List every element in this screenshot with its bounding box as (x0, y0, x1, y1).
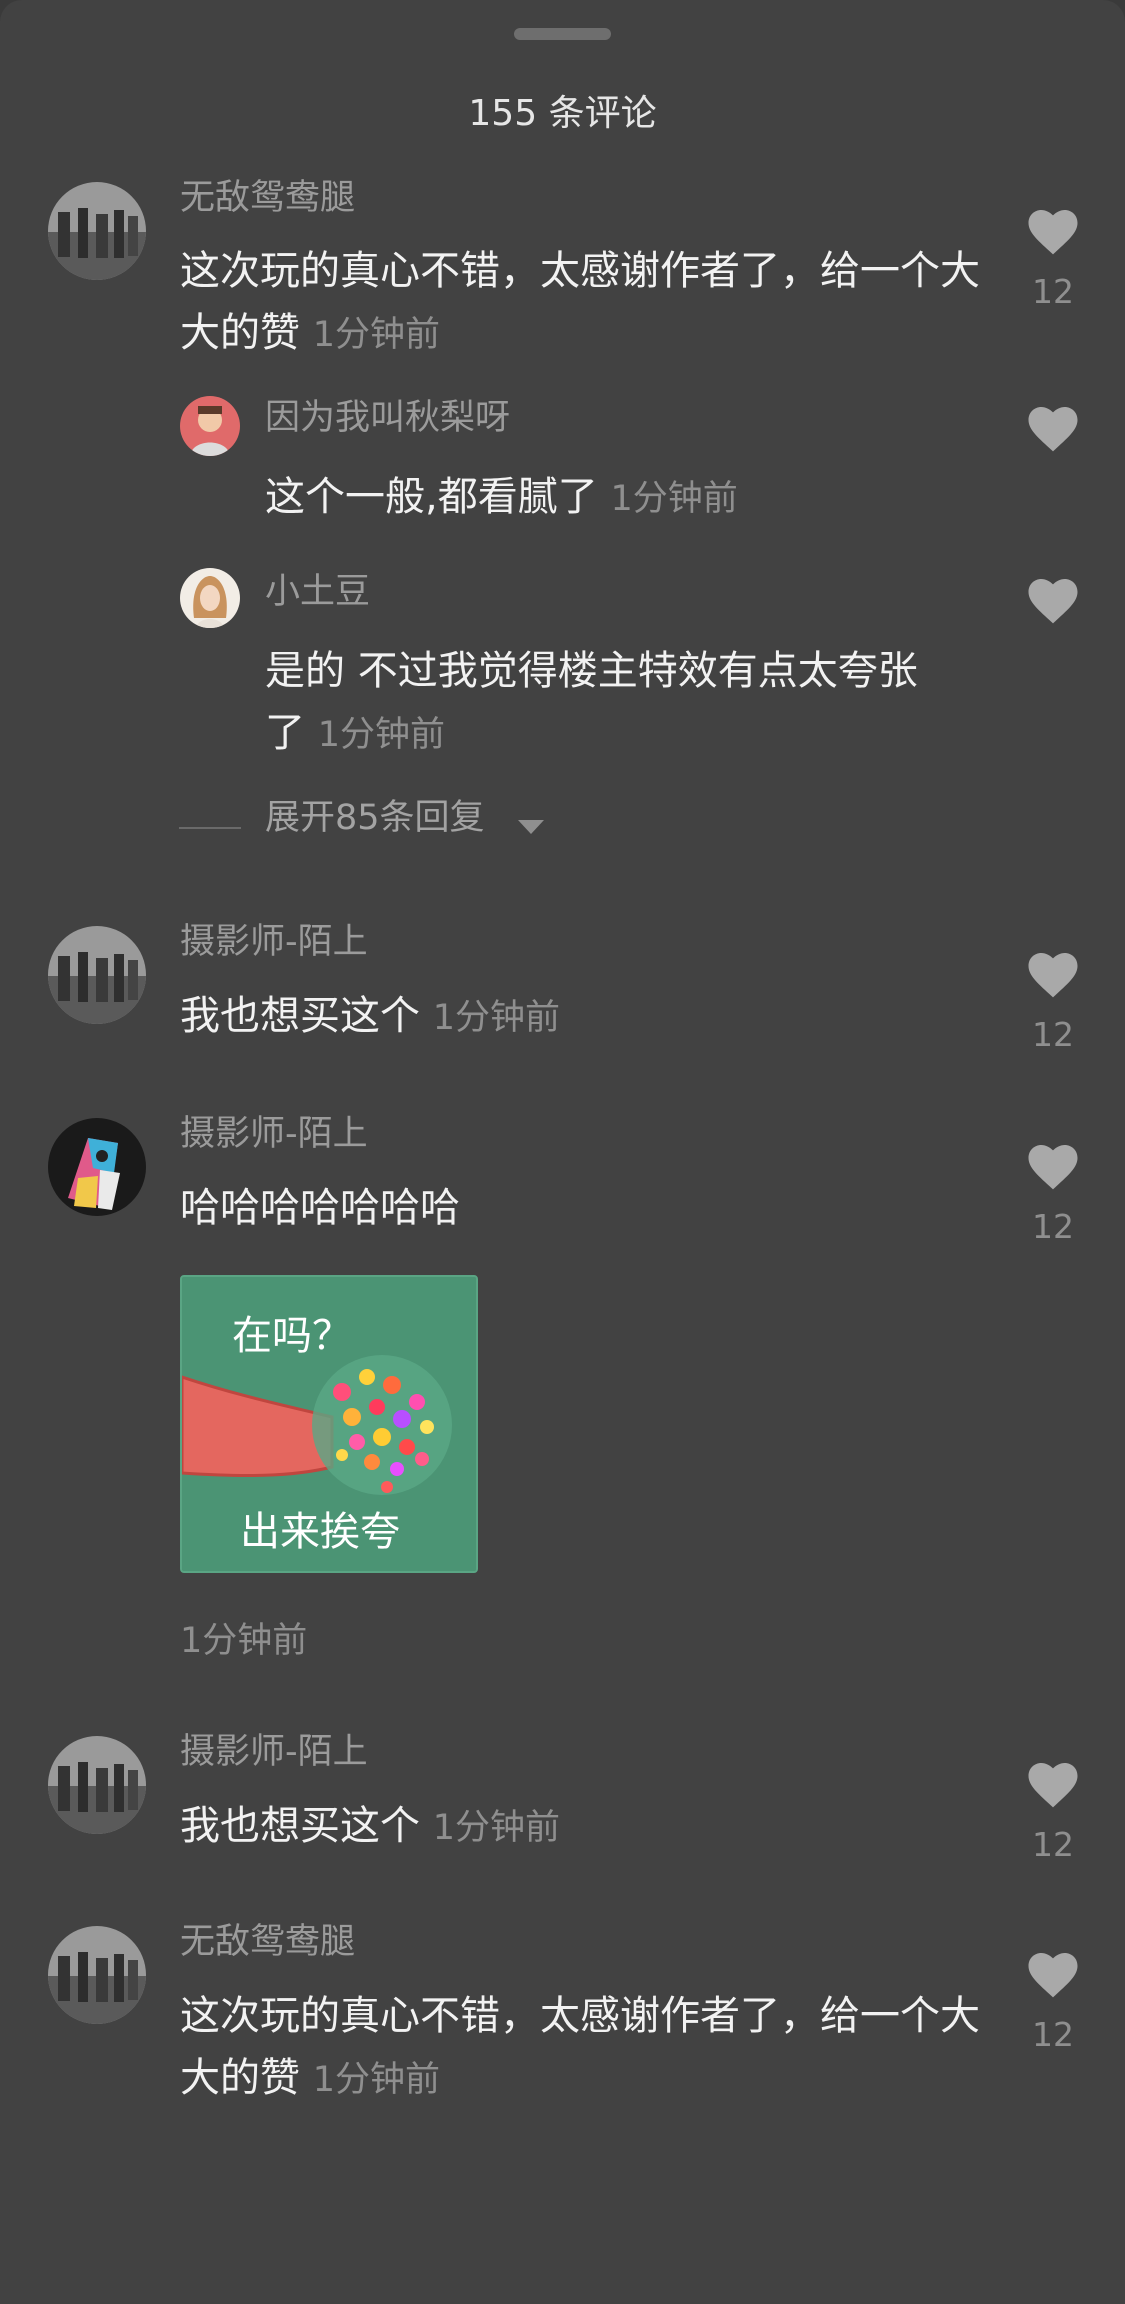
comment-text: 我也想买这个 1分钟前 (180, 1803, 560, 1849)
comment-author[interactable]: 摄影师-陌上 (180, 1112, 368, 1156)
comment-time: 1分钟前 (432, 998, 560, 1038)
like-count: 12 (1032, 1015, 1074, 1054)
heart-icon[interactable] (1025, 402, 1081, 454)
heart-icon[interactable] (1025, 948, 1081, 1000)
heart-icon[interactable] (1025, 1758, 1081, 1810)
chevron-down-icon[interactable] (518, 820, 544, 834)
avatar[interactable] (180, 396, 240, 456)
like-count: 12 (1032, 272, 1074, 311)
avatar[interactable] (48, 1926, 146, 2024)
reply-time: 1分钟前 (610, 479, 738, 519)
heart-icon[interactable] (1025, 1948, 1081, 2000)
avatar[interactable] (48, 1118, 146, 1216)
comment-time: 1分钟前 (432, 1808, 560, 1848)
like-count: 12 (1032, 2015, 1074, 2054)
comment-text: 这次玩的真心不错，太感谢作者了，给一个大大的赞 1分钟前 (180, 1993, 980, 2101)
comment-author[interactable]: 无敌鸳鸯腿 (180, 176, 355, 220)
comment-time: 1分钟前 (180, 1621, 308, 1661)
avatar[interactable] (48, 182, 146, 280)
reply-text: 这个一般,都看腻了 1分钟前 (265, 474, 738, 520)
avatar[interactable] (180, 568, 240, 628)
reply-text: 是的 不过我觉得楼主特效有点太夸张了 1分钟前 (265, 648, 918, 756)
sticker-caption-top: 在吗？ (232, 1313, 352, 1359)
comment-author[interactable]: 摄影师-陌上 (180, 1730, 368, 1774)
comment-text: 我也想买这个 1分钟前 (180, 993, 560, 1039)
comment-time: 1分钟前 (312, 2060, 440, 2100)
reply-author[interactable]: 因为我叫秋梨呀 (265, 396, 510, 440)
expand-replies-button[interactable]: 展开85条回复 (265, 796, 485, 840)
avatar[interactable] (48, 926, 146, 1024)
heart-icon[interactable] (1025, 205, 1081, 257)
comments-sheet: 155 条评论 无敌鸳鸯腿 这次玩的真心不错，太感谢作者了，给一个大大的赞 1分… (0, 0, 1125, 2304)
comments-count-title: 155 条评论 (468, 93, 657, 134)
reply-time: 1分钟前 (317, 715, 445, 755)
like-count: 12 (1032, 1825, 1074, 1864)
comment-text: 哈哈哈哈哈哈哈 (180, 1185, 460, 1231)
heart-icon[interactable] (1025, 574, 1081, 626)
drag-handle[interactable] (514, 28, 611, 40)
comment-author[interactable]: 摄影师-陌上 (180, 920, 368, 964)
sticker-image[interactable]: 在吗？ 出来挨夸 (180, 1275, 478, 1573)
comment-text: 这次玩的真心不错，太感谢作者了，给一个大大的赞 1分钟前 (180, 248, 980, 356)
replies-divider (179, 827, 241, 829)
avatar[interactable] (48, 1736, 146, 1834)
comment-time: 1分钟前 (312, 315, 440, 355)
heart-icon[interactable] (1025, 1140, 1081, 1192)
comment-author[interactable]: 无敌鸳鸯腿 (180, 1920, 355, 1964)
like-count: 12 (1032, 1207, 1074, 1246)
reply-author[interactable]: 小土豆 (265, 570, 370, 614)
sticker-caption-bottom: 出来挨夸 (240, 1509, 400, 1555)
